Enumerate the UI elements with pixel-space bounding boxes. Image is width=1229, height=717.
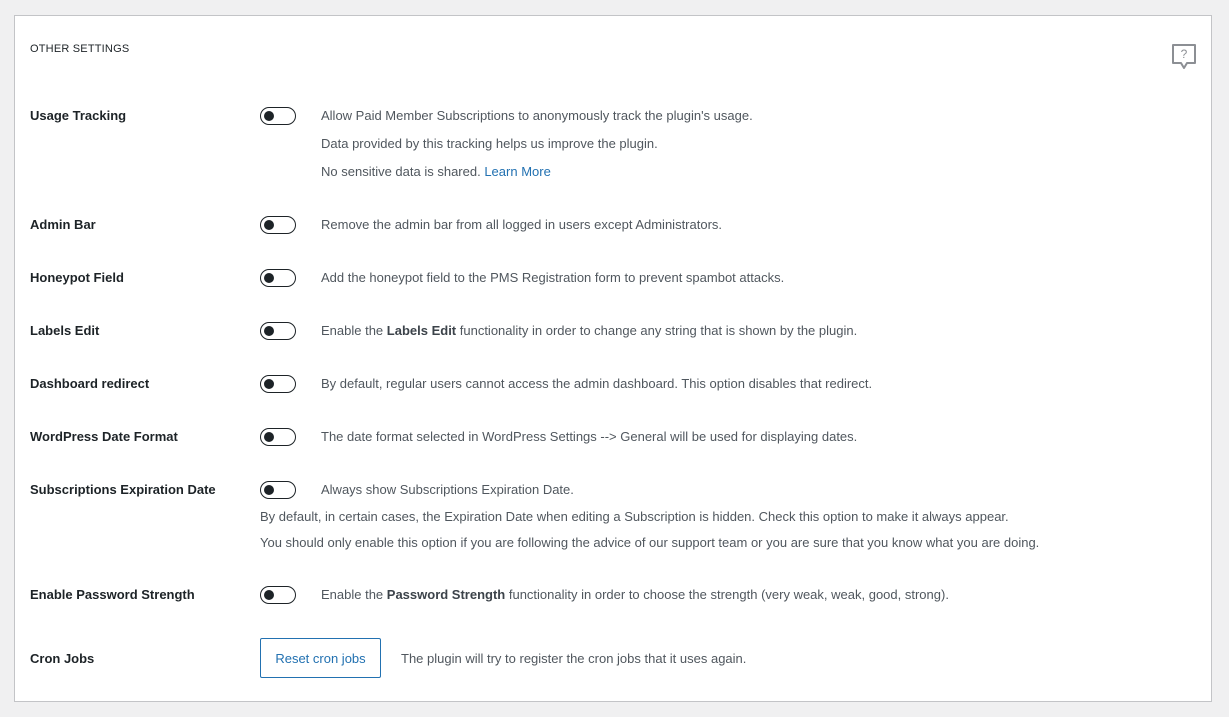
other-settings-panel: OTHER SETTINGS ? Usage Tracking Allow Pa… — [14, 15, 1212, 702]
subscriptions-expiration-date-label: Subscriptions Expiration Date — [30, 482, 216, 497]
subscriptions-expiration-date-note-1: By default, in certain cases, the Expira… — [260, 509, 1009, 524]
password-strength-desc-before: Enable the — [321, 587, 387, 602]
honeypot-field-toggle[interactable] — [260, 269, 296, 287]
toggle-knob — [264, 273, 274, 283]
honeypot-field-description: Add the honeypot field to the PMS Regist… — [321, 270, 785, 285]
usage-tracking-description-1: Allow Paid Member Subscriptions to anony… — [321, 108, 753, 123]
help-glyph: ? — [1181, 47, 1188, 61]
labels-edit-desc-before: Enable the — [321, 323, 387, 338]
toggle-knob — [264, 590, 274, 600]
toggle-knob — [264, 379, 274, 389]
cron-jobs-description: The plugin will try to register the cron… — [401, 651, 747, 666]
admin-bar-description: Remove the admin bar from all logged in … — [321, 217, 723, 232]
labels-edit-toggle[interactable] — [260, 322, 296, 340]
password-strength-description: Enable the Password Strength functionali… — [321, 587, 949, 602]
wordpress-date-format-description: The date format selected in WordPress Se… — [321, 429, 858, 444]
dashboard-redirect-toggle[interactable] — [260, 375, 296, 393]
usage-tracking-description-2: Data provided by this tracking helps us … — [321, 136, 658, 151]
cron-jobs-label: Cron Jobs — [30, 651, 95, 666]
subscriptions-expiration-date-toggle[interactable] — [260, 481, 296, 499]
toggle-knob — [264, 111, 274, 121]
labels-edit-desc-bold: Labels Edit — [386, 323, 457, 338]
help-icon[interactable]: ? — [1171, 43, 1197, 71]
admin-bar-label: Admin Bar — [30, 217, 96, 232]
section-title: OTHER SETTINGS — [30, 43, 130, 55]
usage-tracking-privacy-text: No sensitive data is shared. — [321, 164, 481, 179]
password-strength-label: Enable Password Strength — [30, 587, 195, 602]
password-strength-toggle[interactable] — [260, 586, 296, 604]
toggle-knob — [264, 326, 274, 336]
learn-more-link[interactable]: Learn More — [484, 164, 550, 179]
toggle-knob — [264, 432, 274, 442]
honeypot-field-label: Honeypot Field — [30, 270, 124, 285]
subscriptions-expiration-date-description: Always show Subscriptions Expiration Dat… — [321, 482, 574, 497]
wordpress-date-format-label: WordPress Date Format — [30, 429, 178, 444]
reset-cron-jobs-button[interactable]: Reset cron jobs — [260, 638, 381, 678]
wordpress-date-format-toggle[interactable] — [260, 428, 296, 446]
password-strength-desc-bold: Password Strength — [386, 587, 506, 602]
labels-edit-desc-after: functionality in order to change any str… — [456, 323, 858, 338]
labels-edit-description: Enable the Labels Edit functionality in … — [321, 323, 857, 338]
subscriptions-expiration-date-note-2: You should only enable this option if yo… — [260, 535, 1040, 550]
password-strength-desc-after: functionality in order to choose the str… — [505, 587, 949, 602]
toggle-knob — [264, 485, 274, 495]
usage-tracking-toggle[interactable] — [260, 107, 296, 125]
usage-tracking-description-3: No sensitive data is shared. Learn More — [321, 164, 551, 179]
dashboard-redirect-label: Dashboard redirect — [30, 376, 150, 391]
toggle-knob — [264, 220, 274, 230]
admin-bar-toggle[interactable] — [260, 216, 296, 234]
labels-edit-label: Labels Edit — [30, 323, 100, 338]
dashboard-redirect-description: By default, regular users cannot access … — [321, 376, 873, 391]
usage-tracking-label: Usage Tracking — [30, 108, 127, 123]
